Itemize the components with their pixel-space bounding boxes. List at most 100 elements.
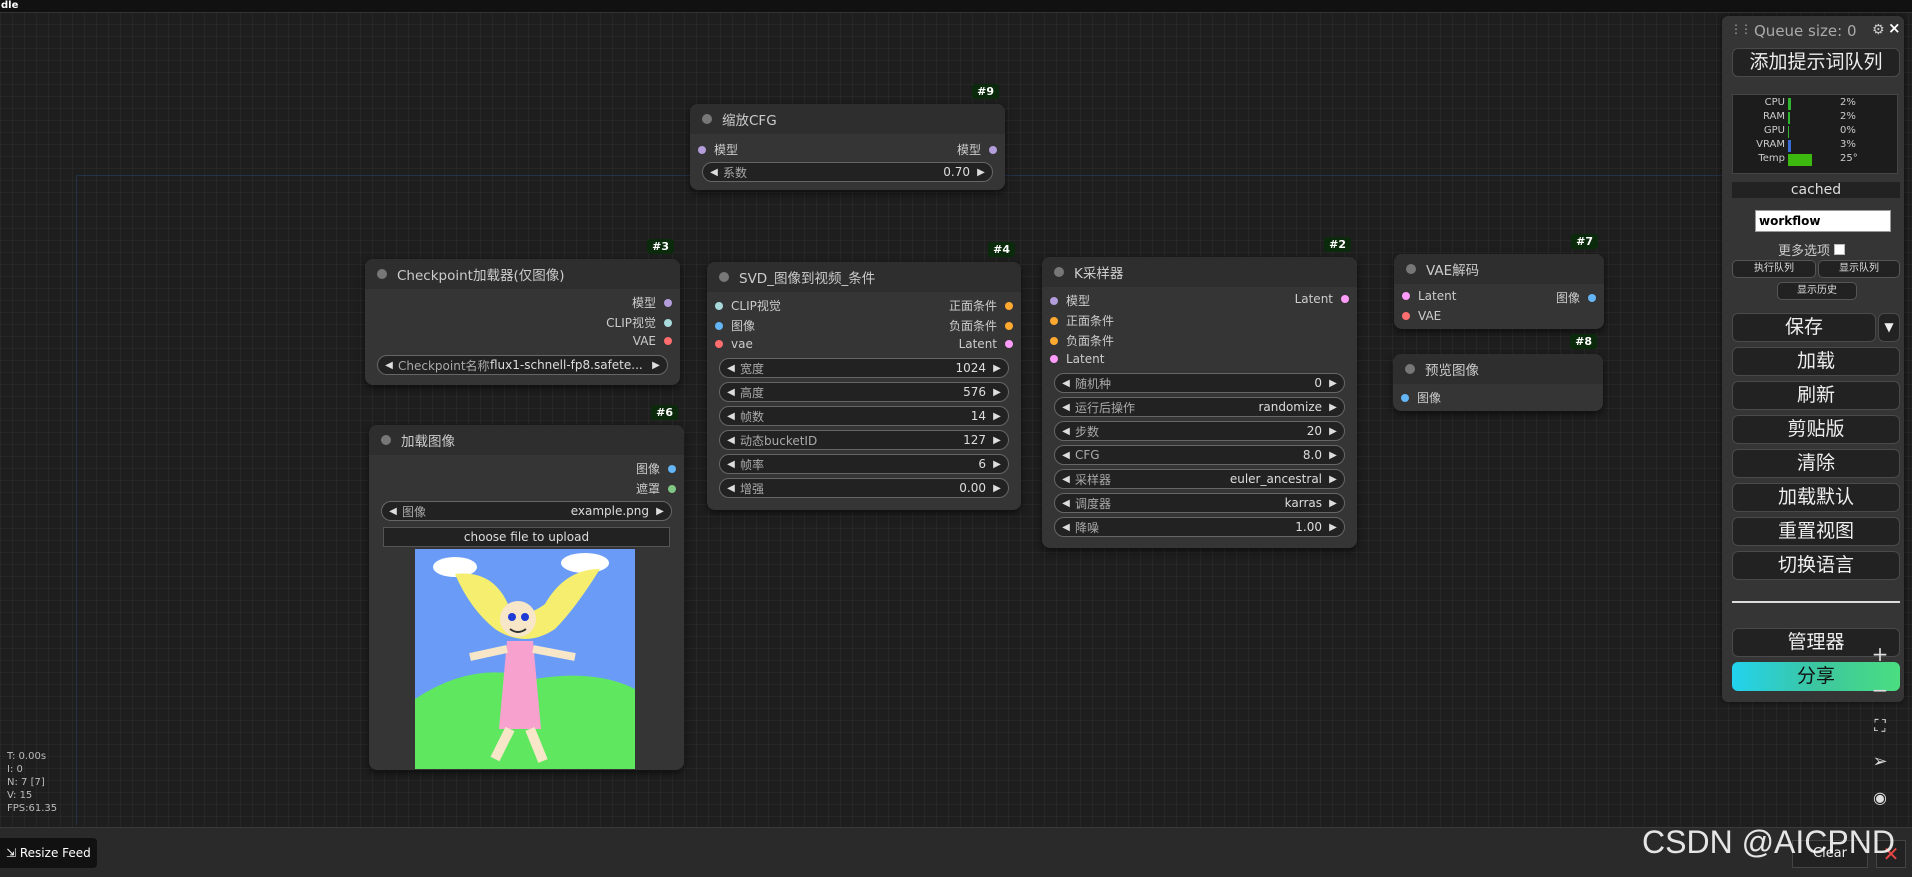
node-ksampler[interactable]: #2 K采样器 模型 Latent 正面条件 负面条件 Latent ◀ 随机种 0… bbox=[1042, 237, 1357, 548]
input-slot-clip-vision[interactable]: CLIP视觉 bbox=[715, 297, 781, 314]
increment-arrow-icon[interactable]: ▶ bbox=[990, 435, 1004, 446]
collapse-dot-icon[interactable] bbox=[702, 114, 712, 124]
output-slot-positive[interactable]: 正面条件 bbox=[949, 297, 1013, 314]
decrement-arrow-icon[interactable]: ◀ bbox=[1059, 498, 1073, 509]
clear-workflow-button[interactable]: 清除 bbox=[1732, 449, 1900, 478]
node-preview-image[interactable]: #8 预览图像 图像 bbox=[1393, 334, 1603, 411]
node-header[interactable]: 加载图像 bbox=[369, 425, 684, 455]
node-vae-decode[interactable]: #7 VAE解码 Latent 图像 VAE bbox=[1394, 234, 1604, 329]
widget-image-select[interactable]: ◀ 图像 example.png ▶ bbox=[381, 501, 672, 521]
output-slot-latent[interactable]: Latent bbox=[959, 337, 1013, 351]
decrement-arrow-icon[interactable]: ◀ bbox=[1059, 474, 1073, 485]
view-queue-button[interactable]: 执行队列 bbox=[1732, 260, 1816, 278]
node-header[interactable]: 缩放CFG bbox=[690, 104, 1005, 134]
save-dropdown-button[interactable]: ▼ bbox=[1878, 313, 1900, 342]
widget-multiplier[interactable]: ◀ 系数 0.70 ▶ bbox=[702, 162, 993, 182]
increment-arrow-icon[interactable]: ▶ bbox=[1326, 402, 1340, 413]
decrement-arrow-icon[interactable]: ◀ bbox=[724, 387, 738, 398]
widget-sampler-name[interactable]: ◀ 采样器 euler_ancestral ▶ bbox=[1054, 469, 1345, 489]
node-header[interactable]: 预览图像 bbox=[1393, 354, 1603, 384]
refresh-button[interactable]: 刷新 bbox=[1732, 381, 1900, 410]
widget-fps[interactable]: ◀ 帧率 6 ▶ bbox=[719, 454, 1009, 474]
load-default-button[interactable]: 加载默认 bbox=[1732, 483, 1900, 512]
input-slot-latent[interactable]: Latent bbox=[1050, 352, 1104, 366]
increment-arrow-icon[interactable]: ▶ bbox=[990, 411, 1004, 422]
decrement-arrow-icon[interactable]: ◀ bbox=[724, 435, 738, 446]
decrement-arrow-icon[interactable]: ◀ bbox=[1059, 402, 1073, 413]
navigate-arrow-icon[interactable]: ➢ bbox=[1862, 745, 1898, 779]
increment-arrow-icon[interactable]: ▶ bbox=[974, 167, 988, 178]
show-queue-button[interactable]: 显示队列 bbox=[1818, 260, 1900, 278]
increment-arrow-icon[interactable]: ▶ bbox=[990, 483, 1004, 494]
resize-feed-button[interactable]: ⇲ Resize Feed bbox=[0, 838, 97, 868]
decrement-arrow-icon[interactable]: ◀ bbox=[386, 506, 400, 517]
widget-height[interactable]: ◀ 高度 576 ▶ bbox=[719, 382, 1009, 402]
output-slot-model[interactable]: 模型 bbox=[957, 141, 997, 158]
gear-icon[interactable]: ⚙ bbox=[1872, 22, 1885, 38]
input-slot-negative[interactable]: 负面条件 bbox=[1050, 332, 1114, 349]
widget-scheduler[interactable]: ◀ 调度器 karras ▶ bbox=[1054, 493, 1345, 513]
decrement-arrow-icon[interactable]: ◀ bbox=[724, 363, 738, 374]
save-button[interactable]: 保存 bbox=[1732, 313, 1876, 342]
input-slot-image[interactable]: 图像 bbox=[1401, 389, 1441, 406]
widget-augmentation[interactable]: ◀ 增强 0.00 ▶ bbox=[719, 478, 1009, 498]
queue-prompt-button[interactable]: 添加提示词队列 bbox=[1732, 48, 1900, 77]
collapse-dot-icon[interactable] bbox=[1405, 364, 1415, 374]
increment-arrow-icon[interactable]: ▶ bbox=[1326, 522, 1340, 533]
drag-handle-icon[interactable]: ⋮⋮ bbox=[1730, 22, 1752, 36]
output-slot-image[interactable]: 图像 bbox=[1556, 289, 1596, 306]
input-slot-latent[interactable]: Latent bbox=[1402, 289, 1456, 303]
output-slot-image[interactable]: 图像 bbox=[636, 460, 676, 477]
collapse-dot-icon[interactable] bbox=[1054, 267, 1064, 277]
widget-cfg[interactable]: ◀ CFG 8.0 ▶ bbox=[1054, 445, 1345, 465]
increment-arrow-icon[interactable]: ▶ bbox=[1326, 378, 1340, 389]
increment-arrow-icon[interactable]: ▶ bbox=[1326, 474, 1340, 485]
more-options-checkbox[interactable] bbox=[1834, 244, 1846, 255]
output-slot-latent[interactable]: Latent bbox=[1295, 292, 1349, 306]
decrement-arrow-icon[interactable]: ◀ bbox=[1059, 522, 1073, 533]
input-slot-image[interactable]: 图像 bbox=[715, 317, 755, 334]
decrement-arrow-icon[interactable]: ◀ bbox=[707, 167, 721, 178]
input-slot-vae[interactable]: vae bbox=[715, 337, 753, 351]
decrement-arrow-icon[interactable]: ◀ bbox=[724, 411, 738, 422]
decrement-arrow-icon[interactable]: ◀ bbox=[382, 360, 396, 371]
output-slot-vae[interactable]: VAE bbox=[633, 334, 672, 348]
input-slot-model[interactable]: 模型 bbox=[1050, 292, 1090, 309]
output-slot-model[interactable]: 模型 bbox=[632, 294, 672, 311]
clipspace-button[interactable]: 剪贴版 bbox=[1732, 415, 1900, 444]
node-svd-img2vid-conditioning[interactable]: #4 SVD_图像到视频_条件 CLIP视觉 正面条件 图像 负面条件 vae … bbox=[707, 242, 1021, 510]
widget-denoise[interactable]: ◀ 降噪 1.00 ▶ bbox=[1054, 517, 1345, 537]
output-slot-negative[interactable]: 负面条件 bbox=[949, 317, 1013, 334]
collapse-dot-icon[interactable] bbox=[1406, 264, 1416, 274]
widget-motion-bucket-id[interactable]: ◀ 动态bucketID 127 ▶ bbox=[719, 430, 1009, 450]
decrement-arrow-icon[interactable]: ◀ bbox=[1059, 426, 1073, 437]
decrement-arrow-icon[interactable]: ◀ bbox=[1059, 450, 1073, 461]
upload-button[interactable]: choose file to upload bbox=[383, 527, 670, 547]
node-header[interactable]: Checkpoint加载器(仅图像) bbox=[365, 259, 680, 289]
widget-width[interactable]: ◀ 宽度 1024 ▶ bbox=[719, 358, 1009, 378]
zoom-in-icon[interactable]: + bbox=[1862, 637, 1898, 671]
increment-arrow-icon[interactable]: ▶ bbox=[1326, 426, 1340, 437]
node-header[interactable]: K采样器 bbox=[1042, 257, 1357, 287]
increment-arrow-icon[interactable]: ▶ bbox=[990, 459, 1004, 470]
output-slot-mask[interactable]: 遮罩 bbox=[636, 480, 676, 497]
decrement-arrow-icon[interactable]: ◀ bbox=[724, 459, 738, 470]
node-header[interactable]: SVD_图像到视频_条件 bbox=[707, 262, 1021, 292]
widget-seed[interactable]: ◀ 随机种 0 ▶ bbox=[1054, 373, 1345, 393]
fit-view-icon[interactable]: ⛶ bbox=[1862, 709, 1898, 743]
close-icon[interactable]: × bbox=[1888, 19, 1901, 37]
load-button[interactable]: 加载 bbox=[1732, 347, 1900, 376]
collapse-dot-icon[interactable] bbox=[377, 269, 387, 279]
input-slot-model[interactable]: 模型 bbox=[698, 141, 738, 158]
output-slot-clip-vision[interactable]: CLIP视觉 bbox=[606, 314, 672, 331]
increment-arrow-icon[interactable]: ▶ bbox=[1326, 498, 1340, 509]
node-scale-cfg[interactable]: #9 缩放CFG 模型 模型 ◀ 系数 0.70 ▶ bbox=[690, 84, 1005, 190]
toggle-visibility-eye-icon[interactable]: ◉ bbox=[1862, 781, 1898, 815]
node-header[interactable]: VAE解码 bbox=[1394, 254, 1604, 284]
decrement-arrow-icon[interactable]: ◀ bbox=[1059, 378, 1073, 389]
increment-arrow-icon[interactable]: ▶ bbox=[990, 363, 1004, 374]
collapse-dot-icon[interactable] bbox=[719, 272, 729, 282]
input-slot-positive[interactable]: 正面条件 bbox=[1050, 312, 1114, 329]
reset-view-button[interactable]: 重置视图 bbox=[1732, 517, 1900, 546]
collapse-dot-icon[interactable] bbox=[381, 435, 391, 445]
